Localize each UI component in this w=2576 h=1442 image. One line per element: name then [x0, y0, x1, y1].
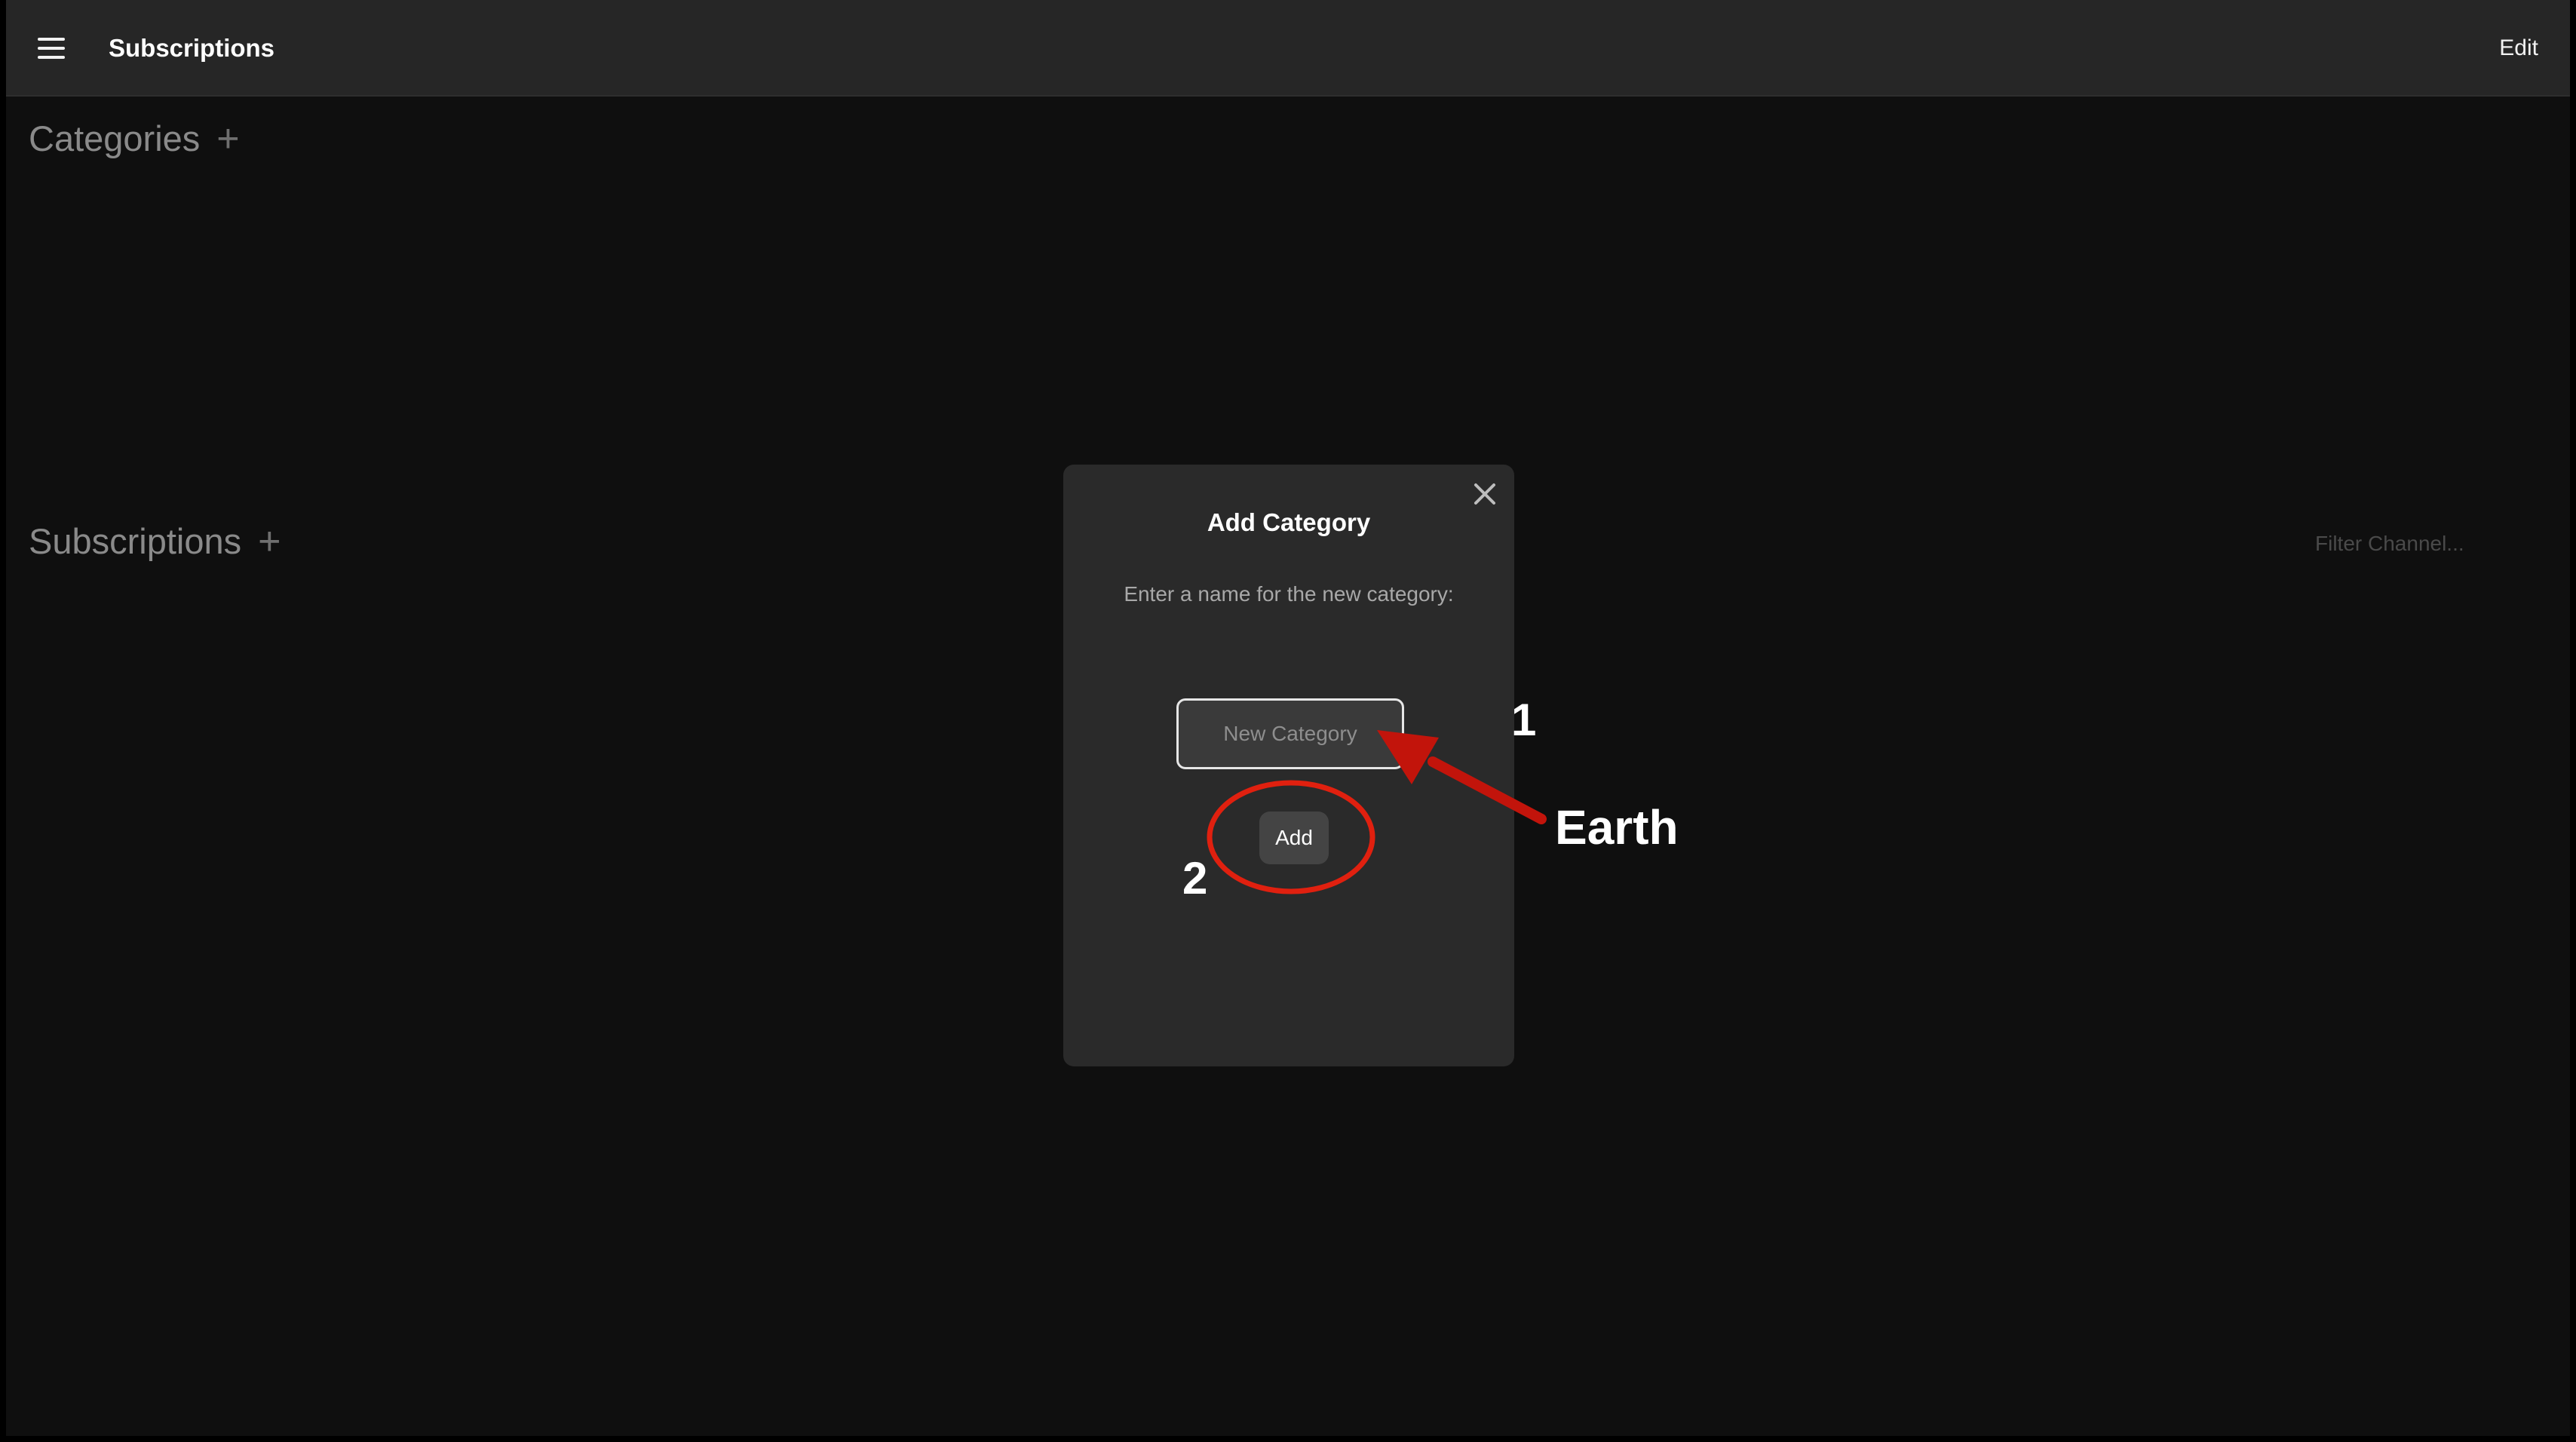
dialog-title: Add Category: [1207, 508, 1371, 536]
subscriptions-section-header: Subscriptions +: [29, 520, 281, 562]
add-subscription-plus-button[interactable]: +: [258, 522, 281, 561]
annotation-earth-label: Earth: [1555, 800, 1679, 854]
filter-channel-input[interactable]: [2314, 525, 2513, 563]
add-category-plus-button[interactable]: +: [216, 119, 239, 158]
categories-heading: Categories: [29, 118, 201, 158]
edit-button[interactable]: Edit: [2499, 30, 2538, 66]
top-bar: Subscriptions Edit: [6, 0, 2570, 97]
subscriptions-heading: Subscriptions: [29, 521, 242, 561]
add-category-dialog: Add Category Enter a name for the new ca…: [1063, 465, 1514, 1066]
new-category-input[interactable]: [1176, 698, 1404, 769]
categories-section-header: Categories +: [29, 118, 240, 159]
close-icon[interactable]: [1467, 477, 1502, 511]
annotation-step-1: 1: [1511, 695, 1537, 745]
annotation-step-2: 2: [1182, 853, 1208, 904]
add-button[interactable]: Add: [1259, 812, 1329, 864]
page-title: Subscriptions: [109, 34, 275, 62]
app-window: Subscriptions Edit Categories + Subscrip…: [6, 0, 2570, 1436]
dialog-description: Enter a name for the new category:: [1124, 582, 1454, 606]
hamburger-menu-icon[interactable]: [29, 30, 74, 66]
